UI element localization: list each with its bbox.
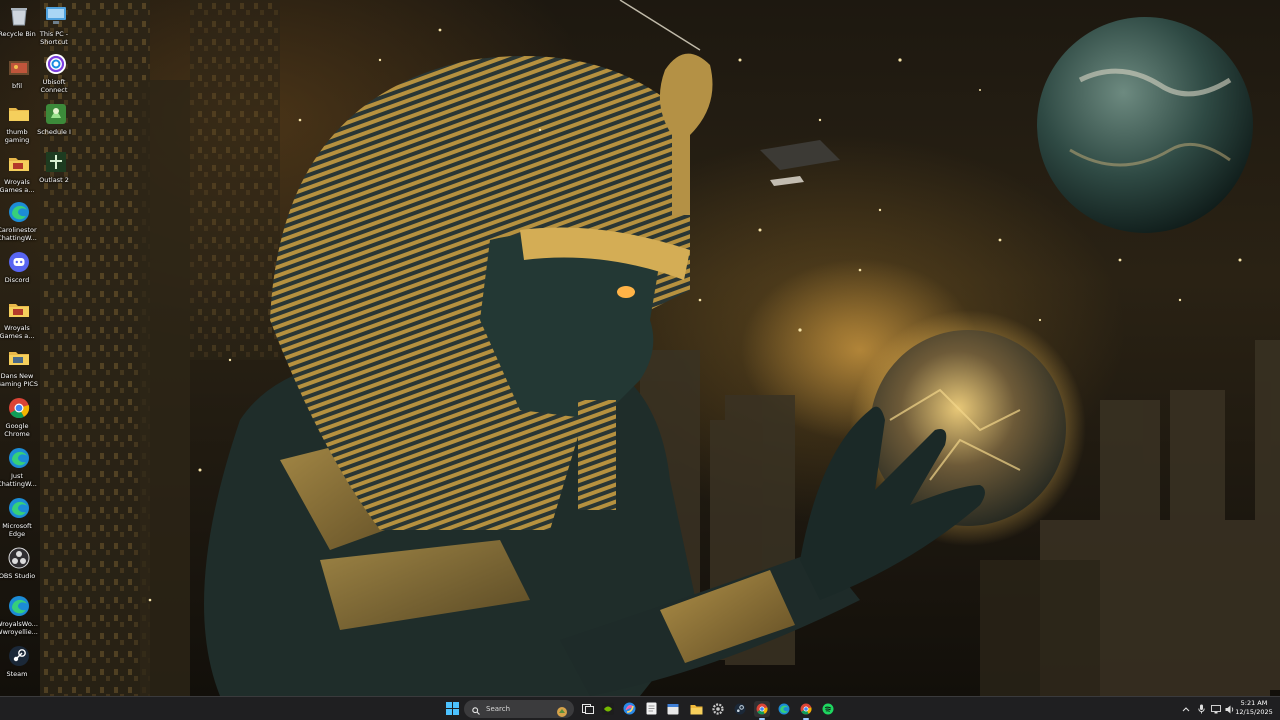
desktop-icon-label: OBS Studio [0, 572, 36, 580]
desktop-wallpaper [0, 0, 1280, 696]
chrome-icon [756, 700, 768, 719]
system-tray [1180, 697, 1236, 720]
taskbar-app-calendar[interactable] [665, 701, 681, 717]
desktop-icon-label: Google Chrome [4, 422, 30, 438]
taskbar-app-edge[interactable] [776, 701, 792, 717]
desktop-icon-obs-studio[interactable]: OBS Studio [0, 546, 38, 580]
desktop-icon-schedule-i[interactable]: Schedule I [37, 102, 75, 136]
desktop-icon-outlast-2[interactable]: Outlast 2 [37, 150, 75, 184]
task-view-icon [582, 700, 594, 719]
desktop-icon-discord[interactable]: Discord [0, 250, 38, 284]
search-icon [472, 700, 480, 719]
spotify-icon [822, 700, 834, 719]
taskbar-search-box[interactable]: Search [464, 700, 574, 718]
nvidia-icon [602, 700, 614, 719]
windows-start-icon [445, 700, 459, 719]
taskbar-app-nvidia[interactable] [600, 701, 616, 717]
desktop-icon-label: This PC - Shortcut [39, 30, 69, 46]
file-explorer-icon [690, 700, 703, 719]
network-icon[interactable] [1210, 704, 1222, 714]
outlast-icon [44, 150, 68, 174]
desktop-icon-carolinestor[interactable]: Carolinestor ChattingW... [0, 200, 38, 242]
notepad-icon [646, 700, 657, 719]
taskbar-app-chrome[interactable] [754, 700, 770, 720]
desktop-icon-label: Steam [6, 670, 28, 678]
desktop-icon-thumb-gaming[interactable]: thumb gaming [0, 102, 38, 144]
desktop-icon-label: Outlast 2 [39, 176, 69, 184]
steam-icon [734, 700, 746, 719]
clock-time: 5:21 AM [1240, 699, 1268, 707]
steam-icon [7, 644, 31, 668]
desktop-icon-just-chatting[interactable]: Just ChattingW... [0, 446, 38, 488]
start-button[interactable] [444, 701, 460, 717]
wallpaper-art [40, 0, 1280, 696]
discord-icon [7, 250, 31, 274]
desktop-icon-wroyals-games-2[interactable]: Wroyals Games a... [0, 298, 38, 340]
desktop-icon-this-pc[interactable]: This PC - Shortcut [37, 4, 75, 46]
desktop-icon-microsoft-edge[interactable]: Microsoft Edge [0, 496, 38, 538]
taskbar: Search 5:21 AM 12/15/2025 [0, 696, 1280, 720]
desktop-icon-wroyalswo[interactable]: WroyalsWo... Wwroyellie... [0, 594, 38, 636]
desktop-icon-dans-new-gaming-pics[interactable]: Dans New Gaming PICS [0, 346, 38, 388]
edge-icon [778, 700, 790, 719]
schedule-game-icon [44, 102, 68, 126]
desktop-icon-label: Just ChattingW... [0, 472, 37, 488]
search-placeholder: Search [486, 705, 511, 713]
desktop-icon-label: WroyalsWo... Wwroyellie... [0, 620, 38, 636]
calendar-icon [667, 700, 679, 719]
clock-date: 12/15/2025 [1235, 708, 1273, 716]
chevron-up-icon[interactable] [1180, 706, 1192, 712]
edge-icon [7, 446, 31, 470]
desktop-icon-label: Ubisoft Connect [40, 78, 68, 94]
chrome-alt-icon [800, 700, 812, 719]
taskbar-app-notepad[interactable] [643, 701, 659, 717]
microphone-icon[interactable] [1195, 704, 1208, 714]
taskbar-app-steam[interactable] [732, 701, 748, 717]
folder-icon [7, 298, 31, 322]
desktop-icon-label: Discord [4, 276, 30, 284]
chrome-icon [7, 396, 31, 420]
taskbar-app-chrome-2[interactable] [798, 700, 814, 720]
obs-icon [7, 546, 31, 570]
folder-icon [7, 346, 31, 370]
folder-image-icon [7, 56, 31, 80]
edge-icon [7, 200, 31, 224]
folder-icon [7, 102, 31, 126]
desktop-icon-steam[interactable]: Steam [0, 644, 38, 678]
copilot-icon [623, 700, 636, 719]
edge-icon [7, 496, 31, 520]
edge-icon [7, 594, 31, 618]
task-view-button[interactable] [580, 701, 596, 717]
desktop-icon-label: Dans New Gaming PICS [0, 372, 38, 388]
taskbar-clock[interactable]: 5:21 AM 12/15/2025 [1232, 699, 1276, 717]
desktop-icon-ubisoft-connect[interactable]: Ubisoft Connect [37, 52, 75, 94]
taskbar-app-spotify[interactable] [820, 701, 836, 717]
desktop-icon-label: Wroyals Games a... [0, 324, 35, 340]
ubisoft-icon [44, 52, 68, 76]
desktop-icon-label: Carolinestor ChattingW... [0, 226, 37, 242]
folder-icon [7, 152, 31, 176]
desktop-icon-label: Microsoft Edge [2, 522, 32, 538]
settings-icon [712, 700, 724, 719]
taskbar-app-copilot[interactable] [621, 701, 637, 717]
search-highlight-icon [556, 703, 568, 720]
desktop-icon-wroyals-games[interactable]: Wroyals Games a... [0, 152, 38, 194]
desktop-icon-google-chrome[interactable]: Google Chrome [0, 396, 38, 438]
taskbar-app-file-explorer[interactable] [688, 701, 704, 717]
recycle-bin-icon [7, 4, 31, 28]
desktop-icon-label: Schedule I [37, 128, 71, 136]
monitor-icon [44, 4, 68, 28]
taskbar-app-settings[interactable] [710, 701, 726, 717]
